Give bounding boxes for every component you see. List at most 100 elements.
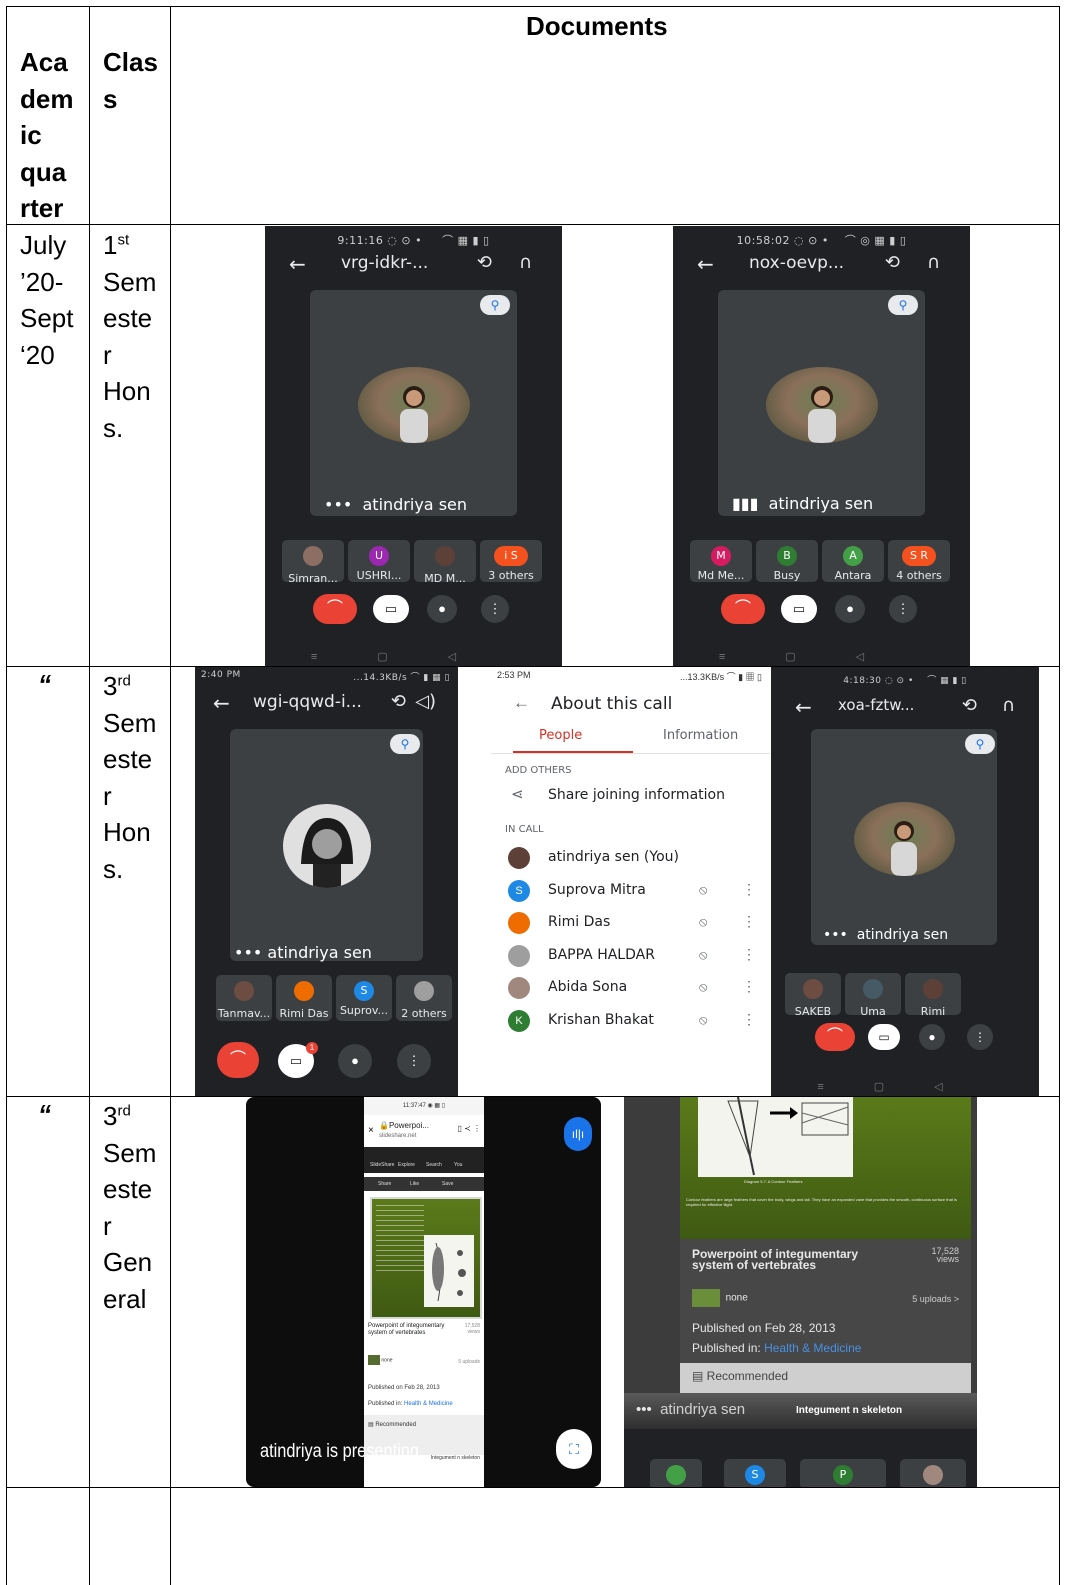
site-nav-item[interactable]: Explore <box>398 1162 415 1168</box>
site-nav-item[interactable]: SlideShare <box>370 1162 394 1168</box>
switch-camera-icon[interactable]: ⟲ <box>885 252 900 273</box>
category-link[interactable]: Health & Medicine <box>764 1341 861 1355</box>
category-link[interactable]: Health & Medicine <box>404 1401 453 1407</box>
participant-avatar <box>435 546 455 566</box>
more-options-button[interactable]: ⋮ <box>481 595 509 623</box>
participant-chip[interactable]: Rimi <box>905 973 961 1018</box>
back-arrow-icon[interactable]: ← <box>213 691 230 715</box>
participant-chip[interactable]: SAKEB <box>785 973 841 1018</box>
pin-icon[interactable]: ⚲ <box>480 295 510 315</box>
participant-row[interactable]: Abida Sona ⦸ ⋮ <box>491 975 770 1003</box>
camera-off-button[interactable]: ▭ <box>868 1024 900 1050</box>
hang-up-button[interactable]: ⌒ <box>217 1042 259 1078</box>
more-options-icon[interactable]: ⋮ <box>742 946 756 963</box>
recommended-label: Recommended <box>375 1422 417 1428</box>
participant-chip[interactable]: Tanmav... <box>216 975 272 1021</box>
participant-chip[interactable] <box>900 1459 966 1487</box>
participant-row[interactable]: K Krishan Bhakat ⦸ ⋮ <box>491 1008 770 1036</box>
fullscreen-button[interactable]: ⛶ <box>556 1429 592 1469</box>
more-options-icon[interactable]: ⋮ <box>742 978 756 995</box>
participant-chip[interactable]: S R 4 others <box>888 540 950 582</box>
mic-button[interactable]: ● <box>427 595 457 623</box>
slide-text-block <box>376 1205 424 1275</box>
hang-up-button[interactable]: ⌒ <box>721 594 765 624</box>
more-options-icon[interactable]: ⋮ <box>742 881 756 898</box>
site-action-item[interactable]: Like <box>410 1177 419 1191</box>
table-border-row3 <box>6 1487 1060 1488</box>
participant-chip[interactable]: A Antara <box>822 540 884 582</box>
class-ordinal: 3rd <box>103 668 156 705</box>
back-arrow-icon[interactable]: ← <box>795 695 812 719</box>
next-item[interactable]: Integument n skeleton <box>431 1455 480 1461</box>
tab-people[interactable]: People <box>539 728 582 743</box>
back-arrow-icon[interactable]: ← <box>513 693 530 713</box>
switch-camera-icon[interactable]: ⟲ <box>391 691 406 712</box>
hang-up-button[interactable]: ⌒ <box>815 1023 855 1051</box>
back-arrow-icon[interactable]: ← <box>697 252 714 276</box>
meeting-code[interactable]: wgi-qqwd-i... <box>253 692 362 712</box>
more-options-button[interactable]: ⋮ <box>967 1024 993 1050</box>
participant-row[interactable]: BAPPA HALDAR ⦸ ⋮ <box>491 943 770 971</box>
pin-icon[interactable]: ⚲ <box>888 295 918 315</box>
share-joining-info-link[interactable]: Share joining information <box>548 787 725 803</box>
meeting-code[interactable]: xoa-fztw... <box>838 696 914 714</box>
camera-off-button[interactable]: ▭ <box>781 595 817 623</box>
participant-chip[interactable]: 2 others <box>396 975 452 1021</box>
next-item[interactable]: Integument n skeleton <box>796 1405 902 1416</box>
participant-chip[interactable]: Rimi Das <box>276 975 332 1021</box>
speaker-tile: ⚲ ••• atindriya sen <box>310 290 517 516</box>
participant-chip[interactable]: i S 3 others <box>480 540 542 582</box>
participant-chip[interactable]: Uma <box>845 973 901 1018</box>
share-icon[interactable]: ⋖ <box>511 785 524 803</box>
mic-button[interactable]: ● <box>919 1024 945 1050</box>
hang-up-button[interactable]: ⌒ <box>313 594 357 624</box>
mic-button[interactable]: ● <box>835 595 865 623</box>
participant-chip[interactable]: P <box>800 1459 886 1487</box>
switch-camera-icon[interactable]: ⟲ <box>962 695 977 716</box>
meeting-code[interactable]: vrg-idkr-... <box>341 253 428 273</box>
tab-information[interactable]: Information <box>663 728 738 743</box>
page-title: About this call <box>551 694 673 714</box>
participant-chip[interactable]: MD M... <box>414 540 476 585</box>
participant-name: USHRI... <box>356 569 402 582</box>
status-right: ...14.3KB/s ⌒ ▮ ▦ ▯ <box>353 673 450 683</box>
speaker-name: ••• atindriya sen <box>636 1401 746 1418</box>
participant-chip[interactable]: S <box>724 1459 786 1487</box>
pin-icon[interactable]: ⚲ <box>390 734 420 754</box>
close-icon[interactable]: × <box>368 1125 374 1136</box>
headphones-icon[interactable]: ∩ <box>927 252 940 273</box>
switch-camera-icon[interactable]: ⟲ <box>477 252 492 273</box>
site-actions: Share Like Save <box>364 1177 484 1191</box>
site-nav-item[interactable]: Search <box>426 1162 442 1168</box>
site-action-item[interactable]: Share <box>378 1177 391 1191</box>
url-bar[interactable]: 🔒Powerpoi... slideshare.net <box>379 1121 429 1141</box>
more-options-button[interactable]: ⋮ <box>397 1044 431 1078</box>
participant-chip[interactable]: B Busy <box>756 540 818 582</box>
site-nav-item[interactable]: You <box>454 1162 462 1168</box>
participant-row[interactable]: S Suprova Mitra ⦸ ⋮ <box>491 878 770 906</box>
headphones-icon[interactable]: ∩ <box>519 252 532 273</box>
participant-chip[interactable]: M Md Me... <box>690 540 752 582</box>
camera-off-button[interactable]: ▭ <box>373 595 409 623</box>
headphones-icon[interactable]: ∩ <box>1002 695 1015 716</box>
avatar-photo <box>891 821 917 876</box>
participant-row[interactable]: atindriya sen (You) <box>491 845 770 873</box>
participant-row[interactable]: Rimi Das ⦸ ⋮ <box>491 910 770 938</box>
uploads-link[interactable]: 5 uploads > <box>912 1294 959 1304</box>
participant-name: Tanmav... <box>217 1007 271 1020</box>
participant-chip[interactable]: Simran... <box>282 540 344 585</box>
uploads-link[interactable]: 5 uploads <box>458 1359 480 1365</box>
participant-chip[interactable]: S Suprov... <box>336 975 392 1021</box>
pin-icon[interactable]: ⚲ <box>965 734 995 754</box>
participant-chip[interactable]: U USHRI... <box>348 540 410 582</box>
participant-chip[interactable] <box>650 1459 702 1487</box>
speaker-icon[interactable]: ◁) <box>415 691 436 712</box>
more-options-icon[interactable]: ⋮ <box>742 913 756 930</box>
meeting-code[interactable]: nox-oevp... <box>749 253 844 273</box>
class-line: eral <box>103 1283 147 1314</box>
mic-button[interactable]: ● <box>338 1044 372 1078</box>
back-arrow-icon[interactable]: ← <box>289 252 306 276</box>
more-options-icon[interactable]: ⋮ <box>742 1011 756 1028</box>
site-action-item[interactable]: Save <box>442 1177 453 1191</box>
more-options-button[interactable]: ⋮ <box>889 595 917 623</box>
